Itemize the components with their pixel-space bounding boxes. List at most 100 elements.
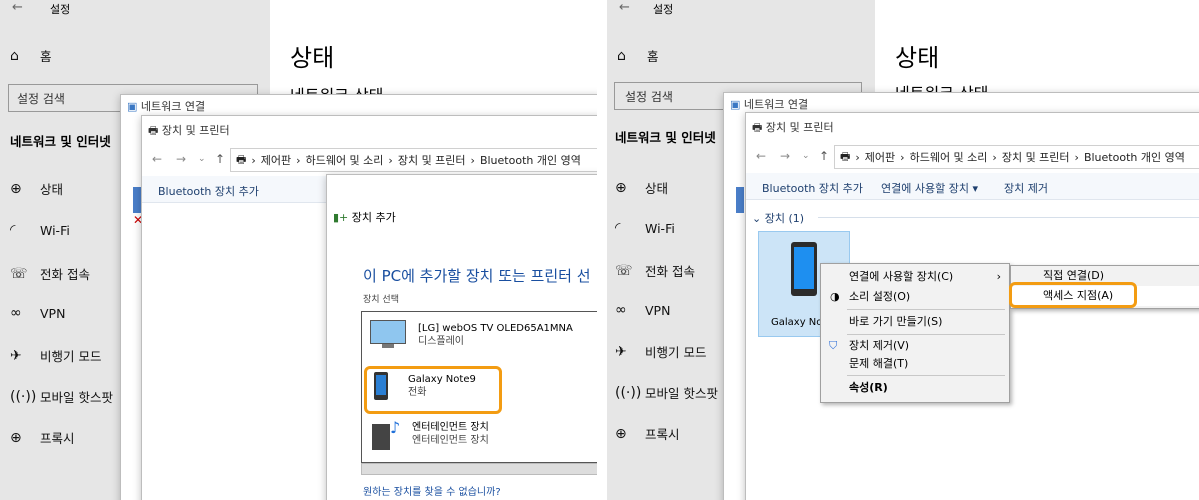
home-label: 홈 <box>647 49 659 64</box>
device-item-tv[interactable]: [LG] webOS TV OLED65A1MNA 디스플레이 <box>370 320 573 350</box>
device-item-entertainment[interactable]: ♪ 엔터테인먼트 장치 엔터테인먼트 장치 <box>372 418 489 450</box>
menu-item-create-shortcut[interactable]: 바로 가기 만들기(S) <box>821 311 1009 333</box>
search-placeholder: 설정 검색 <box>625 90 673 104</box>
menu-item-label: 문제 해결(T) <box>849 357 909 370</box>
home-link[interactable]: ⌂ 홈 <box>617 46 659 65</box>
hotspot-icon: ((·)) <box>10 388 37 405</box>
nav-label: 비행기 모드 <box>40 349 102 364</box>
globe-status-icon: ⊕ <box>615 179 627 196</box>
window-title-text: 네트워크 연결 <box>140 100 206 113</box>
search-placeholder: 설정 검색 <box>17 92 65 106</box>
nav-vpn[interactable]: ∞ VPN <box>615 302 670 318</box>
printer-icon: 🖶 <box>752 121 763 134</box>
breadcrumb-item[interactable]: 제어판 <box>261 152 291 168</box>
dialog-heading: 이 PC에 추가할 장치 또는 프린터 선 <box>363 267 591 285</box>
globe-status-icon: ⊕ <box>10 180 22 197</box>
nav-status[interactable]: ⊕ 상태 <box>615 178 668 197</box>
menu-item-label: 장치 제거(V) <box>849 339 910 352</box>
breadcrumb-item[interactable]: 장치 및 프린터 <box>398 152 466 168</box>
nav-dialup[interactable]: ☏ 전화 접속 <box>10 264 90 283</box>
menu-item-label: 속성(R) <box>849 381 888 394</box>
nav-dialup[interactable]: ☏ 전화 접속 <box>615 261 695 280</box>
nav-label: VPN <box>645 302 671 318</box>
home-link[interactable]: ⌂ 홈 <box>10 46 52 65</box>
window-title: ▣ 네트워크 연결 <box>730 96 808 112</box>
window-title: 🖶 장치 및 프린터 <box>752 119 834 138</box>
app-title: 설정 <box>653 3 674 16</box>
breadcrumb-item[interactable]: 제어판 <box>865 149 895 165</box>
device-group-header[interactable]: ⌄ 장치 (1) <box>752 210 804 226</box>
add-device-dialog: ▮+ 장치 추가 이 PC에 추가할 장치 또는 프린터 선 장치 선택 [LG… <box>326 174 597 500</box>
remove-device-button[interactable]: 장치 제거 <box>1004 180 1048 196</box>
add-bluetooth-device-button[interactable]: Bluetooth 장치 추가 <box>762 180 863 196</box>
device-type: 디스플레이 <box>418 336 464 347</box>
menu-item-label: 연결에 사용할 장치(C) <box>849 270 954 283</box>
breadcrumb-item[interactable]: Bluetooth 개인 영역 <box>480 152 581 168</box>
add-device-icon: ▮+ <box>333 211 349 224</box>
scrollbar[interactable] <box>361 463 597 475</box>
page-title: 상태 <box>895 44 940 72</box>
add-bluetooth-device-button[interactable]: Bluetooth 장치 추가 <box>158 183 259 199</box>
wifi-icon: ◜ <box>10 222 16 238</box>
nav-proxy[interactable]: ⊕ 프록시 <box>615 424 680 443</box>
forward-arrow-icon[interactable]: → <box>780 149 790 163</box>
page-title: 상태 <box>290 44 335 72</box>
vpn-icon: ∞ <box>615 302 627 318</box>
control-panel-icon: 🖶 <box>236 152 247 166</box>
monitor-icon <box>370 320 406 350</box>
nav-wifi[interactable]: ◜ Wi-Fi <box>615 220 675 236</box>
breadcrumb-item[interactable]: 하드웨어 및 소리 <box>306 152 384 168</box>
nav-vpn[interactable]: ∞ VPN <box>10 305 65 321</box>
connect-using-dropdown[interactable]: 연결에 사용할 장치 ▾ <box>881 180 978 196</box>
back-arrow-icon[interactable]: ← <box>756 149 766 163</box>
window-title-text: 장치 및 프린터 <box>161 124 230 137</box>
address-bar[interactable]: 🖶 › 제어판 › 하드웨어 및 소리 › 장치 및 프린터 › Bluetooth 개… <box>834 145 1199 169</box>
nav-airplane[interactable]: ✈ 비행기 모드 <box>10 346 101 365</box>
nav-airplane[interactable]: ✈ 비행기 모드 <box>615 342 706 361</box>
nav-wifi[interactable]: ◜ Wi-Fi <box>10 222 70 238</box>
back-arrow-icon[interactable]: ← <box>12 0 23 15</box>
forward-arrow-icon[interactable]: → <box>176 152 186 166</box>
nav-label: 모바일 핫스팟 <box>645 386 718 401</box>
app-title: 설정 <box>50 3 71 16</box>
dialup-icon: ☏ <box>10 265 28 282</box>
vpn-icon: ∞ <box>10 305 22 321</box>
breadcrumb-item[interactable]: Bluetooth 개인 영역 <box>1084 149 1185 165</box>
menu-separator <box>847 309 1005 310</box>
menu-item-sound-settings[interactable]: ◑ 소리 설정(O) <box>821 286 1009 308</box>
nav-label: 프록시 <box>645 427 680 442</box>
phone-icon <box>791 242 817 296</box>
menu-item-connect-using[interactable]: 연결에 사용할 장치(C) › <box>821 266 1009 288</box>
nav-status[interactable]: ⊕ 상태 <box>10 179 63 198</box>
up-arrow-icon[interactable]: ↑ <box>819 149 829 163</box>
nav-label: 비행기 모드 <box>645 345 707 360</box>
address-bar[interactable]: 🖶 › 제어판 › 하드웨어 및 소리 › 장치 및 프린터 › Bluetooth 개… <box>230 148 597 172</box>
globe-icon: ⊕ <box>615 425 627 442</box>
menu-item-troubleshoot[interactable]: 문제 해결(T) <box>821 353 1009 375</box>
up-arrow-icon[interactable]: ↑ <box>215 152 225 166</box>
dialup-icon: ☏ <box>615 262 633 279</box>
panel-divider <box>597 0 607 500</box>
help-link[interactable]: 원하는 장치를 찾을 수 없습니까? <box>363 483 501 498</box>
window-title-text: 네트워크 연결 <box>743 98 809 111</box>
nav-label: 전화 접속 <box>40 267 90 282</box>
back-arrow-icon[interactable]: ← <box>619 0 630 15</box>
menu-item-label: 소리 설정(O) <box>849 290 911 303</box>
command-bar: Bluetooth 장치 추가 연결에 사용할 장치 ▾ 장치 제거 <box>746 173 1199 200</box>
nav-label: Wi-Fi <box>645 220 675 236</box>
chevron-down-icon[interactable]: ⌄ <box>802 151 810 161</box>
nav-label: VPN <box>40 305 66 321</box>
menu-item-properties[interactable]: 속성(R) <box>821 377 1009 399</box>
nav-hotspot[interactable]: ((·)) 모바일 핫스팟 <box>615 383 718 402</box>
highlight-access-point <box>1009 282 1137 308</box>
chevron-right-icon: › <box>996 270 1001 283</box>
breadcrumb-item[interactable]: 하드웨어 및 소리 <box>910 149 988 165</box>
nav-proxy[interactable]: ⊕ 프록시 <box>10 428 75 447</box>
home-icon: ⌂ <box>10 47 19 64</box>
chevron-down-icon[interactable]: ⌄ <box>198 154 206 164</box>
back-arrow-icon[interactable]: ← <box>152 152 162 166</box>
device-name: 엔터테인먼트 장치 <box>412 422 489 433</box>
breadcrumb-item[interactable]: 장치 및 프린터 <box>1002 149 1070 165</box>
nav-hotspot[interactable]: ((·)) 모바일 핫스팟 <box>10 387 113 406</box>
home-icon: ⌂ <box>617 47 626 64</box>
